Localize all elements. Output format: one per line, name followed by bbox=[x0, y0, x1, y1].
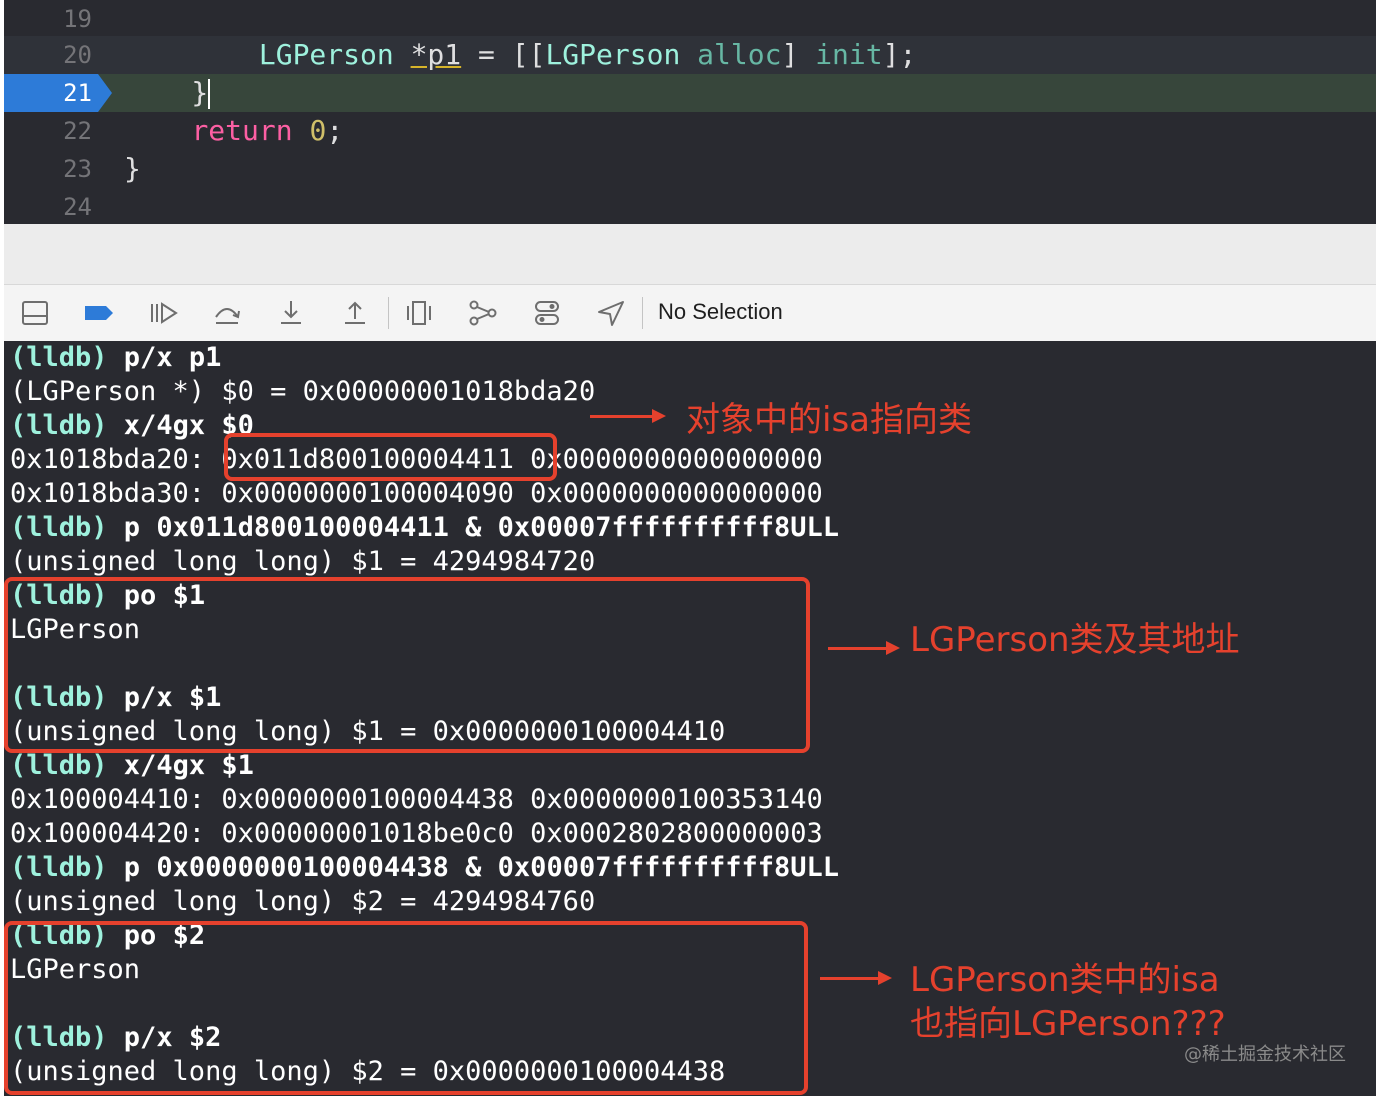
line-number: 20 bbox=[63, 41, 92, 69]
isa-highlight-box bbox=[224, 433, 557, 481]
annotation-arrow bbox=[590, 409, 666, 423]
console-output-line: (unsigned long long) $1 = 4294984720 bbox=[10, 546, 596, 577]
operator-token: = [[ bbox=[461, 38, 546, 71]
stack-frame-selector[interactable]: No Selection bbox=[658, 299, 783, 325]
console-output-line: 0x1018bda30: 0x0000000100004090 0x000000… bbox=[10, 478, 823, 509]
toolbar-separator bbox=[388, 297, 389, 329]
editor-debug-divider bbox=[4, 224, 1376, 284]
watermark: @稀土掘金技术社区 bbox=[1184, 1044, 1346, 1065]
console-command-line: (lldb) p 0x011d800100004411 & 0x00007fff… bbox=[10, 511, 839, 545]
code-line-20[interactable]: 20 LGPerson *p1 = [[LGPerson alloc] init… bbox=[4, 36, 1376, 74]
number-token: 0 bbox=[309, 114, 327, 147]
annotation-isa-points-to-class: 对象中的isa指向类 bbox=[686, 400, 972, 440]
code-token: } bbox=[124, 76, 209, 109]
annotation-class-isa-question: LGPerson类中的isa 也指向LGPerson??? bbox=[910, 960, 1226, 1044]
metaclass-highlight-box bbox=[4, 921, 808, 1095]
console-output-line: (LGPerson *) $0 = 0x00000001018bda20 bbox=[10, 376, 596, 407]
code-line-24[interactable]: 24 bbox=[4, 188, 1376, 226]
keyword-token: return bbox=[191, 114, 293, 147]
breakpoint-indicator[interactable]: 21 bbox=[4, 74, 112, 112]
code-text: return 0; bbox=[124, 114, 343, 147]
operator-token: ]; bbox=[882, 38, 917, 71]
lldb-command: p 0x0000000100004438 & 0x00007ffffffffff… bbox=[107, 852, 840, 883]
step-over-icon[interactable] bbox=[212, 299, 242, 327]
lldb-prompt: (lldb) bbox=[10, 512, 108, 543]
console-output-line: 0x100004420: 0x00000001018be0c0 0x000280… bbox=[10, 818, 823, 849]
lldb-command: x/4gx $1 bbox=[107, 750, 254, 781]
line-number-gutter[interactable]: 24 bbox=[4, 188, 112, 226]
toolbar-separator bbox=[642, 297, 643, 329]
variable-token: *p1 bbox=[410, 38, 462, 71]
code-editor[interactable]: 19 20 LGPerson *p1 = [[LGPerson alloc] i… bbox=[4, 0, 1376, 224]
code-line-23[interactable]: 23 } bbox=[4, 150, 1376, 188]
method-token: init bbox=[815, 38, 883, 71]
console-command-line: (lldb) x/4gx $0 bbox=[10, 409, 254, 443]
console-output-line: (unsigned long long) $2 = 4294984760 bbox=[10, 886, 596, 917]
lldb-prompt: (lldb) bbox=[10, 852, 108, 883]
simulate-location-icon[interactable] bbox=[596, 299, 626, 327]
continue-icon[interactable] bbox=[148, 299, 178, 327]
breakpoints-toggle-icon[interactable] bbox=[84, 299, 114, 327]
console-command-line: (lldb) x/4gx $1 bbox=[10, 749, 254, 783]
code-text: LGPerson *p1 = [[LGPerson alloc] init]; bbox=[124, 38, 916, 71]
code-line-19[interactable]: 19 bbox=[4, 0, 1376, 38]
annotation-arrow bbox=[828, 641, 900, 655]
line-number: 23 bbox=[63, 155, 92, 183]
debug-toolbar: No Selection bbox=[4, 284, 1376, 342]
class-address-highlight-box bbox=[4, 577, 810, 753]
type-token: LGPerson bbox=[258, 38, 394, 71]
line-number: 22 bbox=[63, 117, 92, 145]
memory-graph-icon[interactable] bbox=[468, 299, 498, 327]
annotation-class-address: LGPerson类及其地址 bbox=[910, 620, 1240, 660]
operator-token: ; bbox=[326, 114, 344, 147]
line-number: 24 bbox=[63, 193, 92, 221]
step-out-icon[interactable] bbox=[340, 299, 370, 327]
console-output-line: 0x100004410: 0x0000000100004438 0x000000… bbox=[10, 784, 823, 815]
code-line-21-current[interactable]: 21 } bbox=[4, 74, 1376, 112]
text-cursor bbox=[208, 79, 211, 109]
console-command-line: (lldb) p 0x0000000100004438 & 0x00007fff… bbox=[10, 851, 839, 885]
operator-token: ] bbox=[781, 38, 816, 71]
console-command-line: (lldb) p/x p1 bbox=[10, 341, 221, 375]
lldb-prompt: (lldb) bbox=[10, 342, 108, 373]
type-token: LGPerson bbox=[545, 38, 681, 71]
code-line-22[interactable]: 22 return 0; bbox=[4, 112, 1376, 150]
line-number-gutter[interactable]: 19 bbox=[4, 0, 112, 38]
line-number: 21 bbox=[63, 79, 92, 107]
lldb-command: p/x p1 bbox=[107, 342, 222, 373]
lldb-prompt: (lldb) bbox=[10, 410, 108, 441]
lldb-prompt: (lldb) bbox=[10, 750, 108, 781]
debug-view-hierarchy-icon[interactable] bbox=[404, 299, 434, 327]
line-number-gutter[interactable]: 23 bbox=[4, 150, 112, 188]
code-text: } bbox=[124, 76, 211, 109]
lldb-command: p 0x011d800100004411 & 0x00007ffffffffff… bbox=[107, 512, 840, 543]
code-text: } bbox=[124, 152, 141, 185]
environment-overrides-icon[interactable] bbox=[532, 299, 562, 327]
annotation-arrow bbox=[820, 971, 892, 985]
method-token: alloc bbox=[697, 38, 782, 71]
line-number-gutter[interactable]: 20 bbox=[4, 36, 112, 74]
hide-console-icon[interactable] bbox=[20, 299, 50, 327]
step-into-icon[interactable] bbox=[276, 299, 306, 327]
line-number-gutter[interactable]: 22 bbox=[4, 112, 112, 150]
line-number: 19 bbox=[63, 5, 92, 33]
